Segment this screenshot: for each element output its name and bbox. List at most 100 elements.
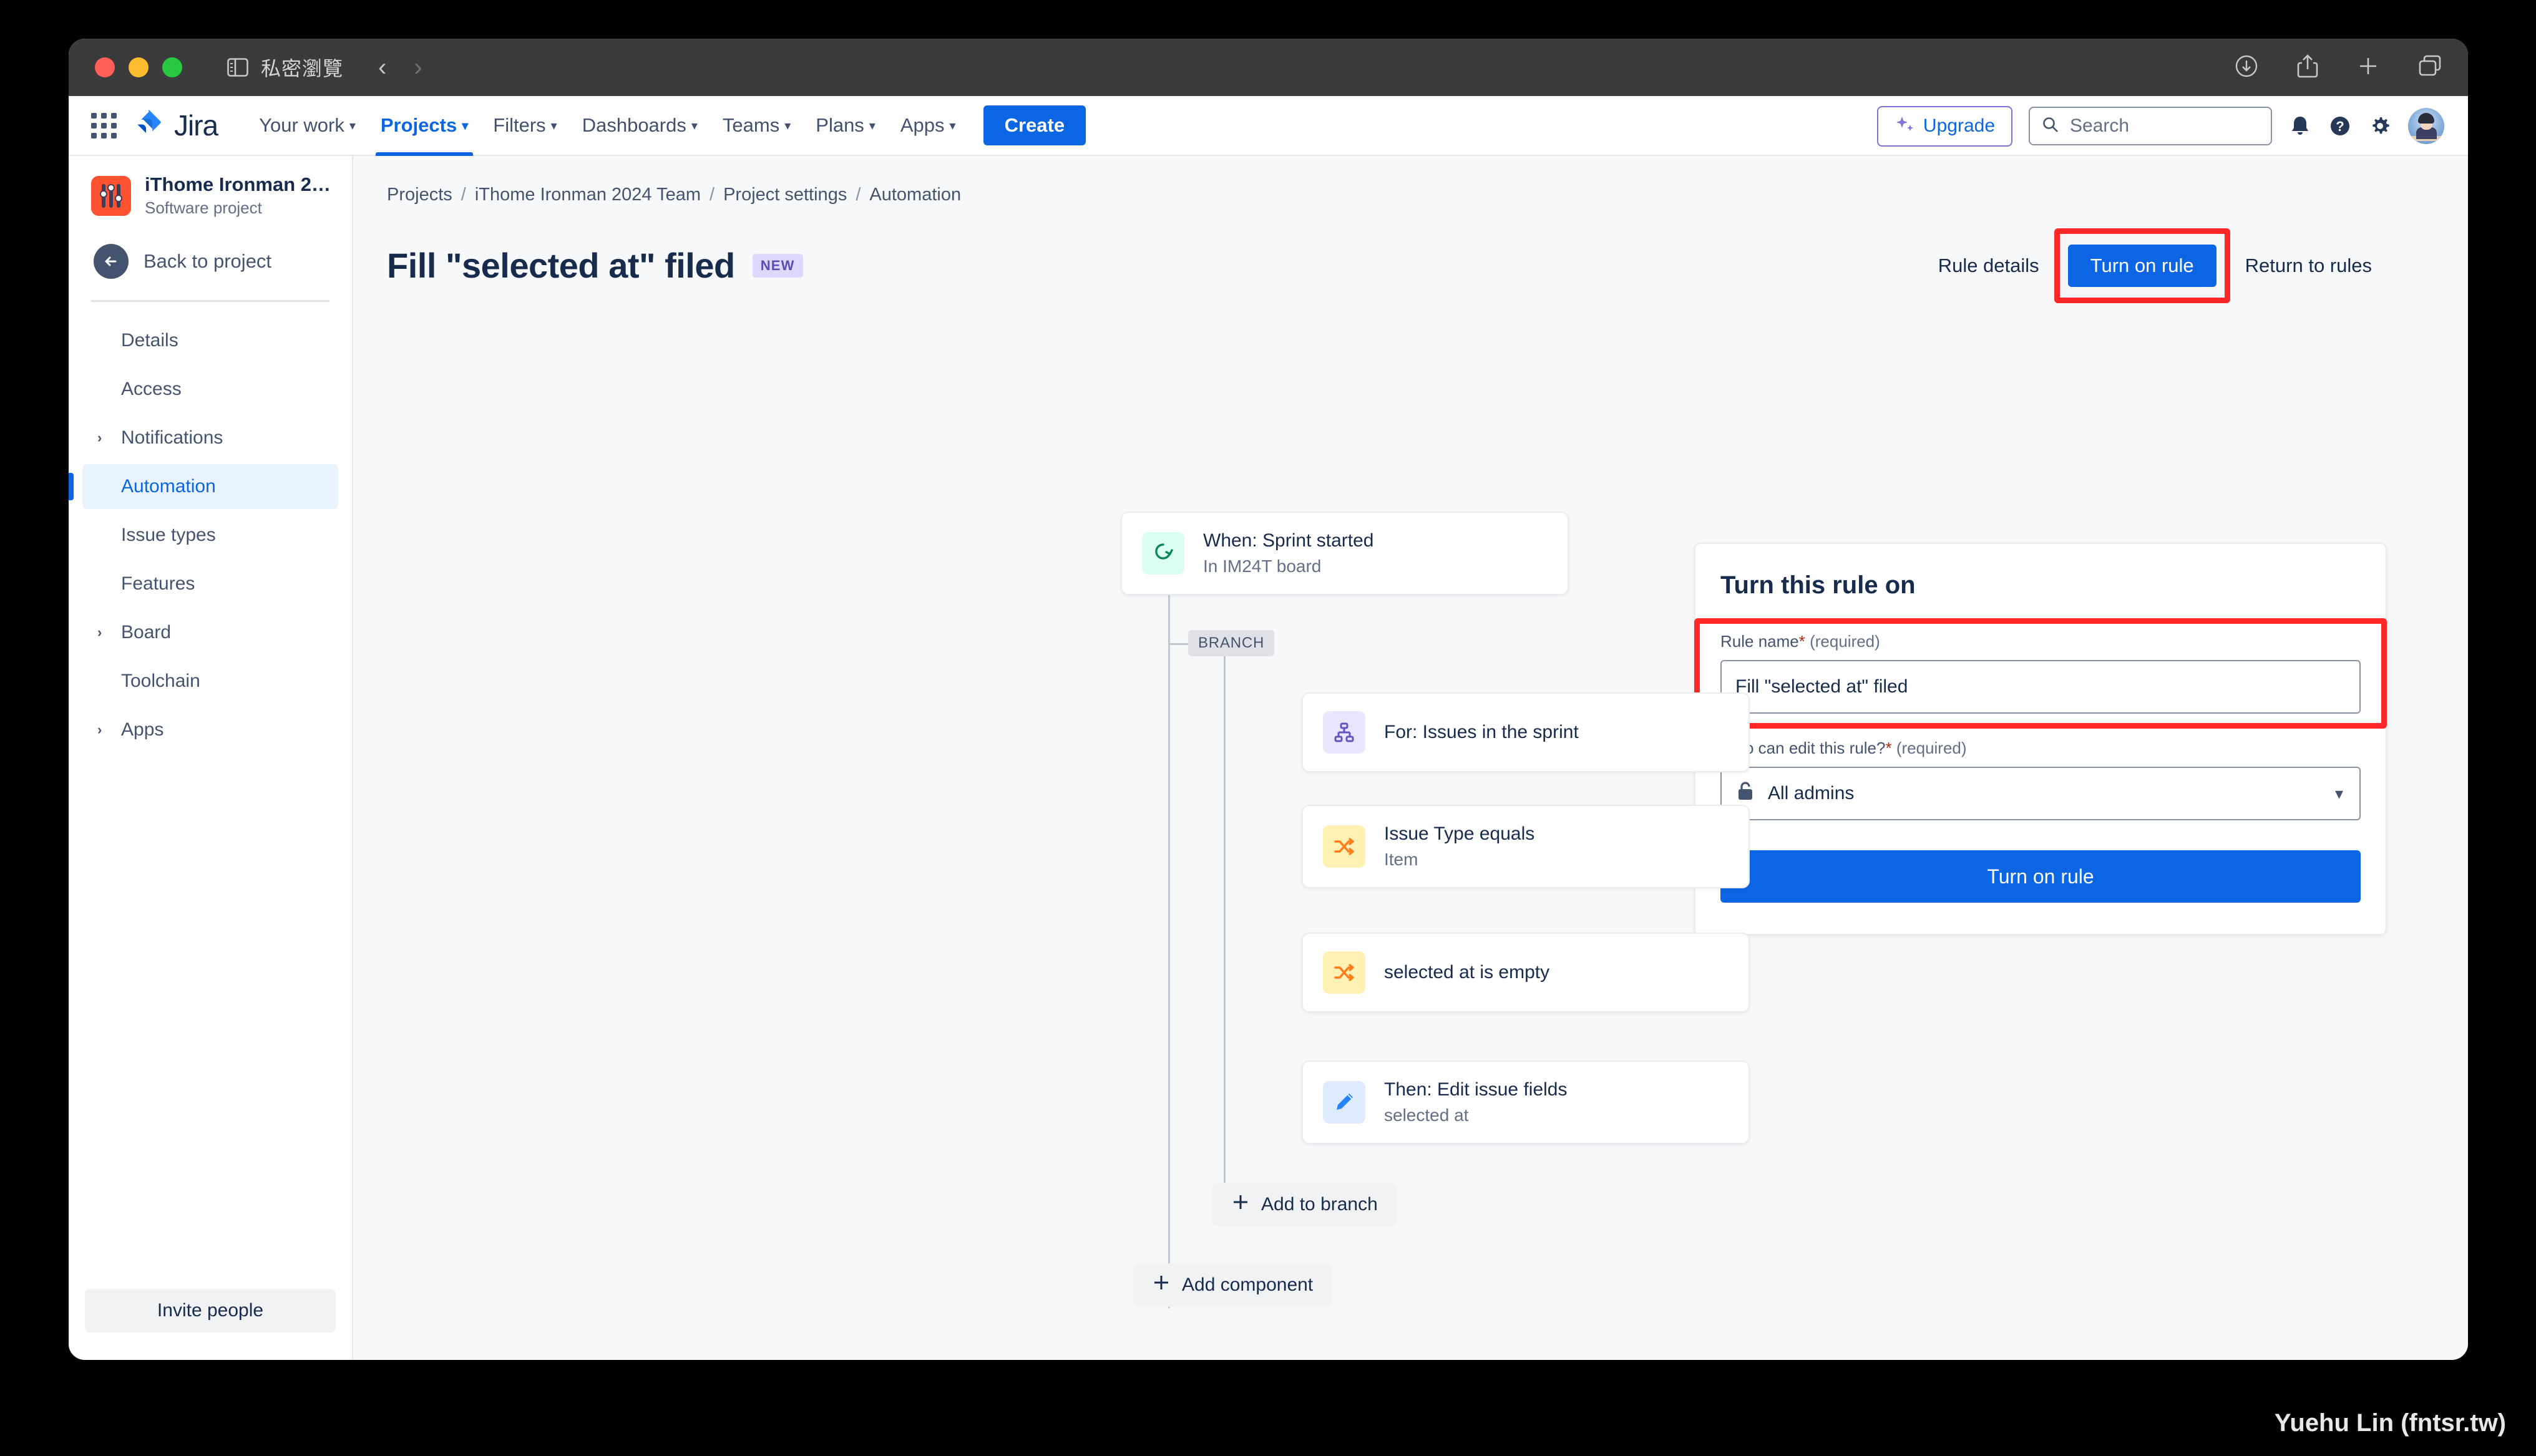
new-tab-icon[interactable] (2357, 55, 2379, 80)
sidebar-nav: › Details › Access › Notifications › Aut… (69, 302, 352, 756)
breadcrumb-separator: / (710, 185, 715, 205)
sidebar-item-apps[interactable]: › Apps (82, 707, 338, 752)
required-text: (required) (1896, 739, 1967, 757)
sparkle-icon (1895, 114, 1916, 138)
project-header[interactable]: iThome Ironman 2024 ... Software project (69, 156, 352, 228)
minimize-window-button[interactable] (129, 57, 149, 77)
return-to-rules-link[interactable]: Return to rules (2230, 255, 2387, 277)
jira-global-nav: Jira Your work ▾ Projects ▾ Filters ▾ Da… (69, 96, 2468, 156)
rule-name-label: Rule name* (required) (1720, 632, 2361, 651)
flow-card-title: selected at is empty (1384, 962, 1550, 983)
branch-tree-icon (1323, 711, 1365, 754)
panel-title: Turn this rule on (1720, 571, 1916, 599)
nav-label: Your work (259, 114, 344, 136)
required-marker: * (1798, 632, 1805, 651)
sidebar-item-details[interactable]: › Details (82, 318, 338, 363)
nav-label: Teams (722, 114, 780, 136)
rule-editor-select[interactable]: All admins ▾ (1720, 767, 2361, 820)
upgrade-button[interactable]: Upgrade (1876, 105, 2012, 147)
jira-logo[interactable]: Jira (135, 109, 218, 142)
rule-editor-value: All admins (1768, 783, 1855, 803)
panel-turn-on-rule-button[interactable]: Turn on rule (1720, 850, 2361, 903)
avatar[interactable] (2408, 108, 2444, 144)
svg-text:?: ? (2336, 119, 2344, 134)
browser-titlebar: 私密瀏覽 ‹ › (69, 39, 2468, 96)
sidebar-item-board[interactable]: › Board (82, 610, 338, 655)
back-button[interactable]: ‹ (378, 55, 386, 80)
chevron-right-icon[interactable]: › (97, 430, 111, 446)
sidebar-toggle-icon[interactable] (227, 58, 248, 77)
grid-apps-icon[interactable] (91, 112, 117, 138)
nav-item-teams[interactable]: Teams ▾ (711, 96, 802, 155)
branch-label: BRANCH (1188, 630, 1275, 656)
gear-icon[interactable] (2368, 114, 2392, 138)
nav-item-your-work[interactable]: Your work ▾ (248, 96, 367, 155)
bell-icon[interactable] (2288, 114, 2312, 138)
chevron-down-icon: ▾ (2334, 784, 2343, 803)
required-marker: * (1885, 739, 1892, 757)
flow-card-selected-at-condition[interactable]: selected at is empty (1302, 933, 1750, 1012)
breadcrumb-projects[interactable]: Projects (387, 185, 452, 205)
flow-card-issue-type-condition[interactable]: Issue Type equals Item (1302, 805, 1750, 888)
turn-on-rule-wrap: Turn on rule (2054, 228, 2230, 303)
unlock-icon (1735, 780, 1755, 807)
sidebar-item-label: Apps (121, 719, 164, 740)
rule-name-input[interactable]: Fill "selected at" filed (1720, 660, 2361, 714)
chevron-down-icon: ▾ (550, 119, 557, 133)
nav-item-filters[interactable]: Filters ▾ (482, 96, 568, 155)
breadcrumb-separator: / (461, 185, 466, 205)
forward-button[interactable]: › (414, 55, 422, 80)
browser-toolbar-right (2235, 39, 2442, 96)
turn-on-rule-button[interactable]: Turn on rule (2067, 244, 2217, 287)
chevron-down-icon: ▾ (869, 119, 875, 133)
flow-card-subtitle: selected at (1384, 1105, 1469, 1125)
sidebar-item-toolchain[interactable]: › Toolchain (82, 659, 338, 704)
breadcrumb-automation[interactable]: Automation (869, 185, 961, 205)
flow-card-title: Then: Edit issue fields (1384, 1079, 1568, 1100)
rule-editor-field-group: Who can edit this rule?* (required) All … (1720, 739, 2361, 820)
rule-details-link[interactable]: Rule details (1923, 255, 2054, 277)
tab-overview-icon[interactable] (2418, 55, 2442, 80)
nav-item-projects[interactable]: Projects ▾ (369, 96, 479, 156)
sidebar-item-issue-types[interactable]: › Issue types (82, 513, 338, 558)
search-input[interactable]: Search (2029, 107, 2272, 145)
close-window-button[interactable] (95, 57, 115, 77)
arrow-left-icon (94, 244, 129, 279)
nav-item-dashboards[interactable]: Dashboards ▾ (571, 96, 709, 155)
sidebar-item-notifications[interactable]: › Notifications (82, 415, 338, 460)
sidebar-item-automation[interactable]: › Automation (69, 464, 338, 509)
flow-card-edit-issue-fields[interactable]: Then: Edit issue fields selected at (1302, 1060, 1750, 1144)
main-content: Projects / iThome Ironman 2024 Team / Pr… (353, 156, 2468, 1360)
flow-card-title: Issue Type equals (1384, 823, 1535, 844)
upgrade-label: Upgrade (1923, 115, 1995, 136)
help-circle-icon[interactable]: ? (2328, 114, 2352, 138)
maximize-window-button[interactable] (162, 57, 182, 77)
chevron-right-icon[interactable]: › (97, 722, 111, 738)
flow-connector-main (1168, 591, 1170, 1308)
breadcrumb-project-settings[interactable]: Project settings (723, 185, 847, 205)
back-to-project-button[interactable]: Back to project (69, 228, 352, 295)
turn-on-rule-panel: Turn this rule on Rule name* (required) … (1694, 543, 2387, 935)
chevron-right-icon[interactable]: › (97, 624, 111, 641)
breadcrumb-separator: / (856, 185, 861, 205)
share-icon[interactable] (2297, 54, 2318, 82)
sidebar-item-label: Board (121, 622, 172, 643)
add-to-branch-button[interactable]: Add to branch (1212, 1183, 1397, 1226)
chevron-down-icon: ▾ (949, 119, 956, 133)
add-component-button[interactable]: Add component (1133, 1263, 1332, 1307)
sidebar-item-features[interactable]: › Features (82, 561, 338, 606)
nav-item-plans[interactable]: Plans ▾ (804, 96, 887, 155)
breadcrumb-project[interactable]: iThome Ironman 2024 Team (475, 185, 701, 205)
flow-card-trigger[interactable]: When: Sprint started In IM24T board (1121, 512, 1569, 595)
download-icon[interactable] (2235, 54, 2258, 81)
pencil-icon (1323, 1081, 1365, 1124)
nav-item-apps[interactable]: Apps ▾ (889, 96, 967, 155)
create-button[interactable]: Create (983, 105, 1086, 145)
sidebar-item-access[interactable]: › Access (82, 367, 338, 412)
flow-card-for-issues[interactable]: For: Issues in the sprint (1302, 692, 1750, 772)
invite-people-button[interactable]: Invite people (85, 1289, 336, 1332)
chevron-down-icon: ▾ (784, 119, 791, 133)
condition-shuffle-icon (1323, 951, 1365, 994)
nav-label: Dashboards (582, 114, 686, 136)
jira-wordmark: Jira (174, 109, 218, 142)
